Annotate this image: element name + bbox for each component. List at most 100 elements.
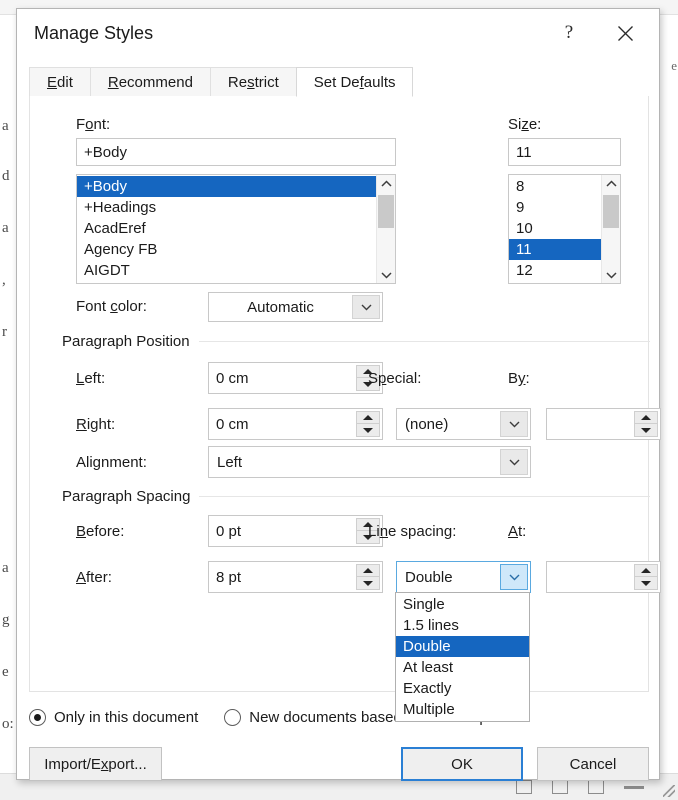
triangle-up-icon [641, 415, 651, 420]
background-doc-text: a [2, 118, 9, 134]
list-item[interactable]: +Body [77, 176, 376, 197]
tab-edit[interactable]: Edit [29, 67, 91, 97]
question-mark-icon: ? [564, 22, 574, 43]
by-spin-buttons[interactable] [634, 411, 658, 437]
list-item[interactable]: AIGDT [77, 260, 376, 281]
dropdown-item[interactable]: Double [396, 636, 529, 657]
tab-recommend[interactable]: Recommend [89, 67, 211, 97]
size-input[interactable]: 11 [508, 138, 621, 166]
list-item[interactable]: 10 [509, 218, 601, 239]
left-indent-label: Left: [76, 370, 106, 387]
spin-down-button[interactable] [356, 424, 380, 437]
view-web-icon [588, 780, 604, 794]
list-item[interactable]: 8 [509, 176, 601, 197]
ok-button[interactable]: OK [401, 747, 523, 781]
dialog-title: Manage Styles [34, 23, 154, 43]
size-label: Size: [508, 116, 542, 133]
list-item[interactable]: 11 [509, 239, 601, 260]
left-indent-spinner[interactable]: 0 cm [208, 362, 383, 394]
close-button[interactable] [603, 15, 647, 51]
tab-set-defaults-label-a: Set De [313, 73, 360, 91]
right-indent-spin-buttons[interactable] [356, 411, 380, 437]
scrollbar-thumb[interactable] [378, 195, 394, 228]
zoom-slider [624, 786, 644, 789]
alignment-combo[interactable]: Left [208, 446, 531, 478]
tab-restrict-label-a: Re [227, 73, 248, 91]
dropdown-item[interactable]: 1.5 lines [396, 615, 529, 636]
list-item[interactable]: 9 [509, 197, 601, 218]
special-combo[interactable]: (none) [396, 408, 531, 440]
spin-up-button[interactable] [634, 564, 658, 577]
font-list-scrollbar[interactable] [376, 175, 395, 283]
close-icon [617, 25, 633, 41]
right-indent-spinner[interactable]: 0 cm [208, 408, 383, 440]
help-button[interactable]: ? [547, 15, 591, 51]
radio-only-this-document[interactable]: Only in this document [29, 709, 198, 726]
alignment-value: Left [217, 453, 243, 471]
chevron-down-icon[interactable] [500, 449, 528, 475]
list-item[interactable]: Agency FB [77, 239, 376, 260]
font-label: Font: [76, 116, 111, 133]
spin-up-button[interactable] [356, 411, 380, 424]
tab-set-defaults-label-b: aults [363, 73, 396, 91]
font-input[interactable]: +Body [76, 138, 396, 166]
background-doc-text: a [2, 560, 9, 576]
spin-up-button[interactable] [356, 564, 380, 577]
tab-set-defaults[interactable]: Set De f aults [295, 67, 414, 97]
spacing-after-value[interactable]: 8 pt [209, 569, 356, 586]
line-spacing-dropdown-list[interactable]: Single 1.5 lines Double At least Exactly… [395, 592, 530, 722]
font-listbox[interactable]: +Body +Headings AcadEref Agency FB AIGDT [76, 174, 396, 284]
scroll-up-icon[interactable] [377, 175, 395, 192]
right-indent-value[interactable]: 0 cm [209, 416, 356, 433]
triangle-down-icon [363, 580, 373, 586]
scroll-up-icon[interactable] [602, 175, 620, 192]
paragraph-position-group-label: Paragraph Position [62, 333, 650, 350]
size-listbox[interactable]: 8 9 10 11 12 [508, 174, 621, 284]
triangle-up-icon [363, 415, 373, 420]
triangle-down-icon [641, 427, 651, 433]
spacing-after-spin-buttons[interactable] [356, 564, 380, 590]
import-export-label-a: Import/E [44, 755, 101, 773]
font-color-label: Font color: [76, 298, 147, 315]
background-doc-text-right: e [671, 58, 677, 73]
line-spacing-combo[interactable]: Double [396, 561, 531, 593]
by-spinner[interactable] [546, 408, 661, 440]
spacing-before-value[interactable]: 0 pt [209, 523, 356, 540]
paragraph-spacing-group-text: Paragraph Spacing [62, 488, 191, 505]
spacing-before-spinner[interactable]: 0 pt [208, 515, 383, 547]
at-spinner[interactable] [546, 561, 661, 593]
scrollbar-thumb[interactable] [603, 195, 619, 228]
import-export-button[interactable]: Import/E x port... [29, 747, 162, 781]
scroll-down-icon[interactable] [377, 266, 395, 283]
dropdown-item[interactable]: Single [396, 594, 529, 615]
line-spacing-value: Double [405, 568, 453, 586]
dropdown-item[interactable]: At least [396, 657, 529, 678]
chevron-down-icon[interactable] [352, 295, 380, 319]
special-label: Special: [368, 370, 422, 387]
list-item[interactable]: AcadEref [77, 218, 376, 239]
dropdown-item[interactable]: Multiple [396, 699, 529, 720]
tab-recommend-label-rest: ecommend [118, 73, 193, 91]
at-spin-buttons[interactable] [634, 564, 658, 590]
radio-only-this-document-label: Only in this document [54, 709, 199, 726]
background-doc-text: r [2, 324, 7, 340]
spin-down-button[interactable] [356, 577, 380, 590]
spacing-after-spinner[interactable]: 8 pt [208, 561, 383, 593]
font-color-combo[interactable]: Automatic [208, 292, 383, 322]
dropdown-item[interactable]: Exactly [396, 678, 529, 699]
background-doc-text: e [2, 664, 9, 680]
spin-down-button[interactable] [634, 577, 658, 590]
chevron-down-icon[interactable] [500, 411, 528, 437]
scroll-down-icon[interactable] [602, 266, 620, 283]
spin-down-button[interactable] [634, 424, 658, 437]
cancel-button[interactable]: Cancel [537, 747, 649, 781]
list-item[interactable]: +Headings [77, 197, 376, 218]
background-doc-text: a [2, 220, 9, 236]
left-indent-value[interactable]: 0 cm [209, 370, 356, 387]
chevron-down-icon[interactable] [500, 564, 528, 590]
size-list-scrollbar[interactable] [601, 175, 620, 283]
spin-up-button[interactable] [634, 411, 658, 424]
tab-restrict[interactable]: Re s trict [209, 67, 297, 97]
list-item[interactable]: 12 [509, 260, 601, 281]
font-listbox-items: +Body +Headings AcadEref Agency FB AIGDT [77, 175, 376, 283]
